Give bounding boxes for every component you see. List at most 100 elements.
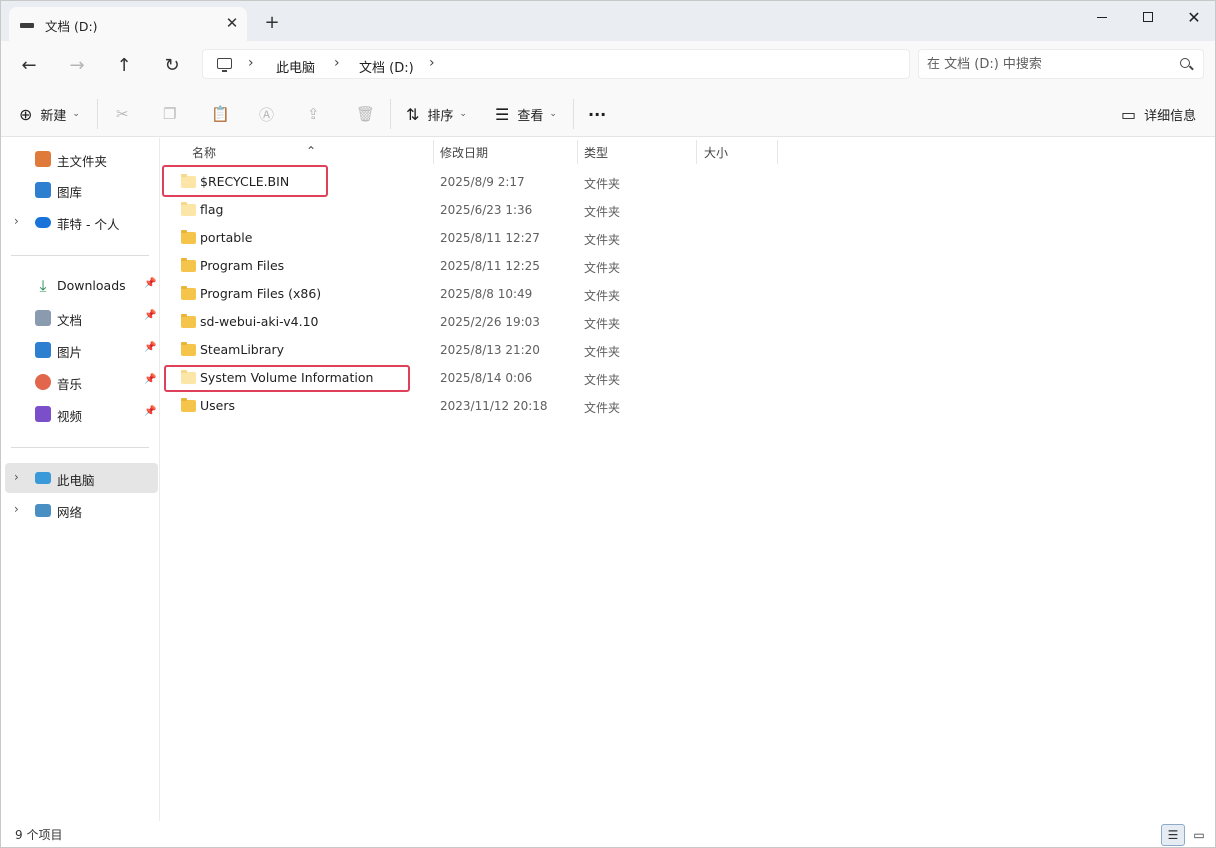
sidebar-item-this-pc[interactable]: › 此电脑	[5, 463, 158, 493]
new-tab-button[interactable]: +	[261, 12, 283, 34]
pin-icon[interactable]: 📌	[144, 310, 156, 321]
expand-chevron-icon[interactable]: ›	[14, 502, 19, 516]
folder-icon	[181, 258, 196, 272]
music-icon	[35, 374, 51, 390]
column-divider[interactable]	[577, 140, 578, 164]
share-button[interactable]: ⇪	[307, 101, 320, 127]
column-header-size[interactable]: 大小	[704, 144, 728, 161]
sidebar-item-label: 文档	[57, 313, 83, 328]
search-icon[interactable]	[1180, 58, 1190, 68]
picture-icon	[35, 342, 51, 358]
cut-button[interactable]: ✂	[116, 101, 129, 127]
expand-chevron-icon[interactable]: ›	[14, 470, 19, 484]
drive-icon	[20, 23, 34, 28]
table-row[interactable]: flag 2025/6/23 1:36 文件夹	[161, 196, 1061, 224]
table-row[interactable]: sd-webui-aki-v4.10 2025/2/26 19:03 文件夹	[161, 308, 1061, 336]
onedrive-cloud-icon	[35, 217, 51, 228]
breadcrumb-drive-d[interactable]: 文档 (D:)	[359, 57, 414, 76]
refresh-button[interactable]: ↻	[157, 51, 187, 79]
breadcrumb-separator[interactable]: ›	[429, 55, 435, 71]
close-window-button[interactable]: ✕	[1171, 1, 1215, 33]
sidebar-item-videos[interactable]: 视频 📌	[5, 399, 158, 429]
column-divider[interactable]	[433, 140, 434, 164]
pin-icon[interactable]: 📌	[144, 374, 156, 385]
minimize-icon	[1097, 16, 1107, 18]
video-icon	[35, 406, 51, 422]
file-explorer-window: 文档 (D:) ✕ + ✕ ← → ↑ ↻ › 此电脑 › 文档 (D:) › …	[0, 0, 1216, 848]
rename-button[interactable]: Ⓐ	[259, 101, 274, 127]
view-button[interactable]: ☰ 查看 ⌄	[495, 101, 557, 127]
file-type: 文件夹	[584, 345, 621, 359]
toolbar-divider	[573, 99, 574, 129]
sidebar-item-label: 网络	[57, 505, 83, 520]
tab-drive-d[interactable]: 文档 (D:) ✕	[9, 7, 247, 41]
tab-close-icon[interactable]: ✕	[221, 12, 243, 34]
chevron-down-icon: ⌄	[459, 109, 467, 119]
column-header-row: ⌃ 名称 修改日期 类型 大小	[161, 138, 1215, 164]
table-row[interactable]: SteamLibrary 2025/8/13 21:20 文件夹	[161, 336, 1061, 364]
status-bar: 9 个项目 ☰ ▭	[1, 821, 1215, 847]
file-type: 文件夹	[584, 177, 621, 191]
sidebar-item-music[interactable]: 音乐 📌	[5, 367, 158, 397]
forward-button[interactable]: →	[62, 51, 92, 79]
expand-chevron-icon[interactable]: ›	[14, 214, 19, 228]
table-row[interactable]: Program Files (x86) 2025/8/8 10:49 文件夹	[161, 280, 1061, 308]
search-input[interactable]	[927, 53, 1167, 75]
sidebar-item-pictures[interactable]: 图片 📌	[5, 335, 158, 365]
pin-icon[interactable]: 📌	[144, 278, 156, 289]
highlight-box-system-volume	[164, 365, 410, 392]
sidebar-item-home[interactable]: 主文件夹	[5, 144, 158, 174]
maximize-button[interactable]	[1125, 1, 1171, 33]
sidebar-item-label: 此电脑	[57, 473, 95, 488]
table-row[interactable]: Program Files 2025/8/11 12:25 文件夹	[161, 252, 1061, 280]
delete-button[interactable]: 🗑	[356, 101, 375, 127]
document-icon	[35, 310, 51, 326]
rename-icon: Ⓐ	[259, 105, 275, 124]
details-pane-button[interactable]: ▭ 详细信息	[1121, 101, 1196, 127]
file-type: 文件夹	[584, 233, 621, 247]
file-name: portable	[200, 230, 253, 245]
sidebar-item-label: 图库	[57, 185, 83, 200]
sidebar-item-network[interactable]: › 网络	[5, 495, 158, 525]
sidebar-item-downloads[interactable]: ⤓ Downloads 📌	[5, 271, 158, 301]
pin-icon[interactable]: 📌	[144, 406, 156, 417]
pin-icon[interactable]: 📌	[144, 342, 156, 353]
sort-icon: ⇅	[406, 104, 420, 124]
minimize-button[interactable]	[1079, 1, 1125, 33]
folder-icon	[181, 398, 196, 412]
column-header-type[interactable]: 类型	[584, 144, 608, 161]
toolbar-divider	[390, 99, 391, 129]
up-button[interactable]: ↑	[109, 51, 139, 79]
breadcrumb-separator[interactable]: ›	[248, 55, 254, 71]
sidebar-item-label: 图片	[57, 345, 83, 360]
delete-icon: 🗑	[356, 105, 376, 123]
sort-ascending-icon: ⌃	[306, 144, 317, 158]
back-button[interactable]: ←	[14, 51, 44, 79]
tiles-view-button[interactable]: ▭	[1187, 824, 1211, 846]
breadcrumb-separator[interactable]: ›	[334, 55, 340, 71]
address-row: ← → ↑ ↻ › 此电脑 › 文档 (D:) ›	[1, 41, 1215, 89]
share-icon: ⇪	[307, 105, 320, 123]
search-box[interactable]	[918, 49, 1204, 79]
details-pane-icon: ▭	[1121, 104, 1137, 124]
sidebar-item-documents[interactable]: 文档 📌	[5, 303, 158, 333]
table-row[interactable]: portable 2025/8/11 12:27 文件夹	[161, 224, 1061, 252]
column-header-modified[interactable]: 修改日期	[440, 144, 488, 161]
sidebar-item-gallery[interactable]: 图库	[5, 175, 158, 205]
address-bar[interactable]: › 此电脑 › 文档 (D:) ›	[202, 49, 910, 79]
column-divider[interactable]	[777, 140, 778, 164]
more-options-button[interactable]: ···	[588, 101, 606, 127]
sidebar-item-onedrive[interactable]: › 菲特 - 个人	[5, 207, 158, 237]
tiles-view-icon: ▭	[1193, 828, 1205, 842]
command-bar: ⊕ 新建 ⌄ ✂ ❐ 📋 Ⓐ ⇪ 🗑 ⇅ 排序 ⌄ ☰ 查看 ⌄ ··· ▭ 详…	[1, 89, 1215, 137]
column-divider[interactable]	[696, 140, 697, 164]
column-header-name[interactable]: 名称	[192, 144, 216, 161]
breadcrumb-this-pc[interactable]: 此电脑	[276, 57, 315, 76]
copy-button[interactable]: ❐	[163, 101, 176, 127]
new-button[interactable]: ⊕ 新建 ⌄	[19, 101, 80, 127]
details-view-button[interactable]: ☰	[1161, 824, 1185, 846]
sort-button[interactable]: ⇅ 排序 ⌄	[406, 101, 467, 127]
file-name: Users	[200, 398, 236, 413]
paste-button[interactable]: 📋	[211, 101, 230, 127]
table-row[interactable]: Users 2023/11/12 20:18 文件夹	[161, 392, 1061, 420]
